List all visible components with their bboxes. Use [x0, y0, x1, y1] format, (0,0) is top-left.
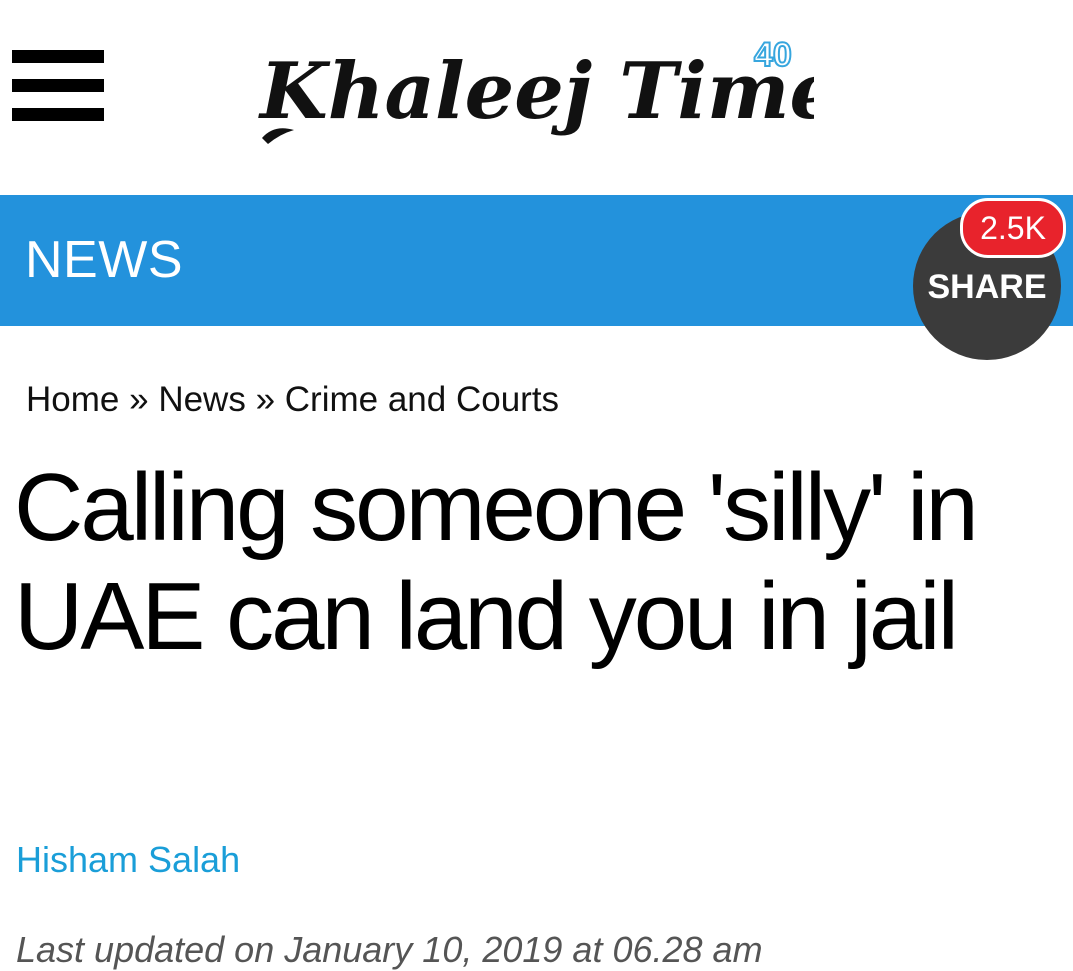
anniversary-badge: 40 [754, 36, 792, 74]
breadcrumb-crime-and-courts[interactable]: Crime and Courts [285, 380, 559, 419]
last-updated: Last updated on January 10, 2019 at 06.2… [16, 929, 763, 970]
site-logo[interactable]: Khaleej Times 40 [254, 26, 814, 156]
site-header: Khaleej Times 40 [0, 0, 1073, 195]
article-headline: Calling someone 'silly' in UAE can land … [14, 454, 979, 670]
logo-wordmark: Khaleej Times [258, 46, 814, 137]
breadcrumb-news[interactable]: News [158, 380, 246, 419]
breadcrumb-separator: » [255, 380, 276, 419]
hamburger-menu-icon[interactable] [12, 50, 104, 122]
menu-bar [12, 50, 104, 63]
menu-bar [12, 79, 104, 92]
menu-bar [12, 108, 104, 121]
share-count-badge: 2.5K [960, 198, 1066, 258]
author-link[interactable]: Hisham Salah [16, 838, 240, 882]
breadcrumb: Home » News » Crime and Courts [26, 378, 559, 422]
logo-graphic: Khaleej Times 40 [258, 35, 814, 144]
breadcrumb-separator: » [129, 380, 149, 419]
share-label: SHARE [927, 268, 1047, 306]
breadcrumb-home[interactable]: Home [26, 380, 119, 419]
section-title[interactable]: NEWS [25, 230, 183, 290]
